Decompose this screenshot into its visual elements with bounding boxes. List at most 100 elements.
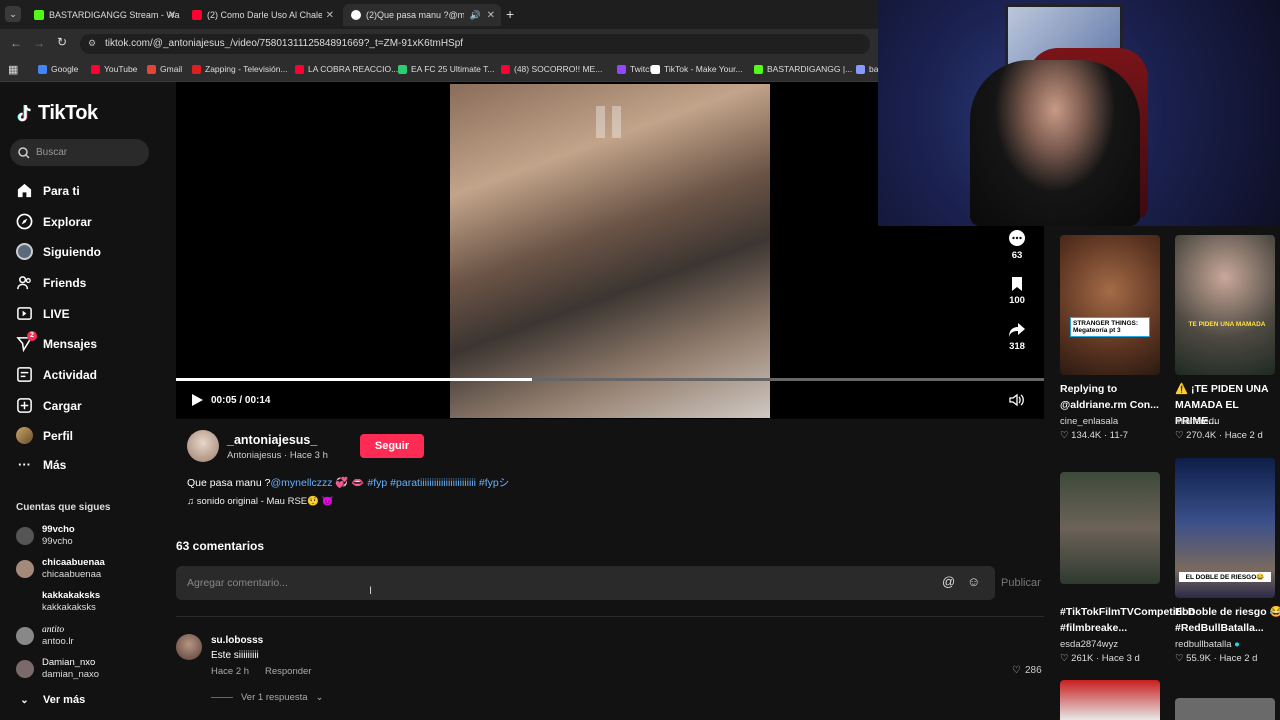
- sound-link[interactable]: ♫ sonido original - Mau RSE🤨 😈: [187, 496, 333, 507]
- bookmark-item[interactable]: Google: [38, 64, 78, 74]
- share-action[interactable]: 318: [1006, 322, 1028, 352]
- bookmark-icon: [1012, 277, 1022, 291]
- followed-account[interactable]: antito antoo.lr: [16, 624, 74, 647]
- bookmark-item[interactable]: BASTARDIGANGG |...: [754, 64, 852, 74]
- comment-user[interactable]: su.lobosss: [211, 635, 263, 646]
- nav-friends[interactable]: Friends: [16, 274, 86, 291]
- nav-label: Explorar: [43, 214, 92, 229]
- close-tab-icon[interactable]: ✕: [326, 10, 334, 21]
- thumbnail-overlay-text: EL DOBLE DE RIESGO😂: [1179, 572, 1271, 582]
- post-date: Hace 3 d: [1101, 653, 1140, 664]
- recommended-video-thumbnail[interactable]: STRANGER THINGS: Megateoría pt 3: [1060, 235, 1160, 375]
- author-avatar[interactable]: [187, 430, 219, 462]
- follow-button[interactable]: Seguir: [360, 434, 424, 458]
- recommended-video-thumbnail[interactable]: [1060, 472, 1160, 584]
- followed-account[interactable]: chicaabuenaa chicaabuenaa: [16, 557, 105, 580]
- account-name: chicaabuenaa: [42, 557, 105, 568]
- reply-button[interactable]: Responder: [265, 666, 311, 677]
- youtube-favicon-icon: [192, 10, 202, 20]
- tab-list-button[interactable]: ⌄: [5, 6, 21, 22]
- forward-icon[interactable]: →: [33, 36, 45, 50]
- nav-messages[interactable]: 2 Mensajes: [16, 331, 97, 352]
- heart-outline-icon: ♡: [1012, 665, 1021, 676]
- mention-icon[interactable]: @: [942, 574, 955, 589]
- close-tab-icon[interactable]: ✕: [168, 10, 176, 21]
- bookmark-item[interactable]: LA COBRA REACCIO...: [295, 64, 398, 74]
- volume-button[interactable]: [1009, 393, 1025, 412]
- nav-live[interactable]: LIVE: [16, 305, 70, 322]
- new-tab-button[interactable]: +: [506, 6, 514, 22]
- recommended-author[interactable]: redbullbatalla ●: [1175, 639, 1240, 650]
- tiktok-favicon-icon: [351, 10, 361, 20]
- recommended-author[interactable]: mialteredu: [1175, 416, 1219, 427]
- nav-profile[interactable]: Perfil: [16, 427, 73, 444]
- bookmark-favicon-icon: [617, 64, 626, 74]
- nav-explore[interactable]: Explorar: [16, 213, 92, 230]
- recommended-video-thumbnail[interactable]: EL DOBLE DE RIESGO😂: [1175, 458, 1275, 598]
- recommended-video-thumbnail[interactable]: [1175, 698, 1275, 720]
- bookmark-item[interactable]: Gmail: [147, 64, 182, 74]
- publish-button[interactable]: Publicar: [1001, 577, 1041, 589]
- bookmark-label: Google: [51, 64, 79, 74]
- url-field[interactable]: ⚙ tiktok.com/@_antoniajesus_/video/75801…: [80, 34, 870, 54]
- author-subtitle: Antoniajesus · Hace 3 h: [227, 450, 328, 461]
- bookmark-item[interactable]: TikTok - Make Your...: [651, 64, 743, 74]
- video-frame[interactable]: [450, 84, 770, 418]
- bookmark-item[interactable]: Twitch: [617, 64, 654, 74]
- comment-input[interactable]: Agregar comentario... @ ☺: [176, 566, 995, 600]
- sidebar: TikTok Buscar Para ti Explorar Siguiendo…: [0, 82, 168, 720]
- emoji-icon[interactable]: ☺: [967, 574, 980, 589]
- reload-icon[interactable]: ↻: [57, 35, 67, 49]
- audio-playing-icon[interactable]: 🔊: [470, 10, 481, 21]
- apps-grid-icon[interactable]: ▦: [8, 63, 18, 76]
- recommended-title[interactable]: #TikTokFilmTVCompetition #filmbreake...: [1060, 604, 1195, 636]
- browser-tab[interactable]: (2) Como Darle Uso Al Chaleco ✕: [184, 4, 340, 26]
- bookmark-item[interactable]: YouTube: [91, 64, 137, 74]
- play-button[interactable]: [191, 393, 204, 412]
- bookmark-item[interactable]: Zapping - Televisión...: [192, 64, 288, 74]
- nav-following[interactable]: Siguiendo: [16, 243, 101, 260]
- recommended-video-thumbnail[interactable]: [1060, 680, 1160, 720]
- followed-account[interactable]: Damian_nxo damian_naxo: [16, 657, 99, 680]
- nav-more[interactable]: ··· Más: [16, 458, 66, 472]
- back-icon[interactable]: ←: [10, 36, 22, 50]
- view-replies-button[interactable]: Ver 1 respuesta ⌄: [211, 692, 324, 703]
- chevron-down-icon: ⌄: [315, 692, 324, 703]
- comment-count: 63: [1011, 250, 1023, 261]
- nav-upload[interactable]: Cargar: [16, 397, 82, 414]
- nav-for-you[interactable]: Para ti: [16, 182, 80, 199]
- followed-account[interactable]: 99vcho 99vcho: [16, 524, 75, 547]
- post-date: 11-7: [1109, 430, 1129, 441]
- following-avatar-icon: [16, 243, 33, 260]
- author-name[interactable]: _antoniajesus_: [227, 433, 317, 447]
- browser-tab-active[interactable]: (2)Que pasa manu ?@myne 🔊 ✕: [343, 4, 501, 26]
- browser-tab[interactable]: BASTARDIGANGG Stream - Wa ✕: [26, 4, 182, 26]
- site-info-icon[interactable]: ⚙: [88, 38, 96, 49]
- bookmark-label: Gmail: [160, 64, 183, 74]
- bookmark-favicon-icon: [501, 64, 510, 74]
- recommended-title[interactable]: El Doble de riesgo 😂 #RedBullBatalla...: [1175, 604, 1280, 636]
- recommended-title[interactable]: Replying to @aldriane.rm Con...: [1060, 381, 1168, 413]
- bookmark-action[interactable]: 100: [1006, 276, 1028, 306]
- recommended-author[interactable]: esda2874wyz: [1060, 639, 1118, 650]
- bookmark-label: (48) SOCORRO!! ME...: [514, 64, 603, 74]
- comment-action[interactable]: 63: [1006, 229, 1028, 261]
- recommended-author[interactable]: cine_enlasala: [1060, 416, 1118, 427]
- close-tab-icon[interactable]: ✕: [487, 10, 495, 21]
- bookmark-label: LA COBRA REACCIO...: [308, 64, 399, 74]
- followed-account[interactable]: kakkakaksks kakkakaksks: [16, 590, 100, 613]
- bookmark-item[interactable]: (48) SOCORRO!! ME...: [501, 64, 602, 74]
- search-box[interactable]: Buscar: [10, 139, 149, 166]
- tiktok-logo[interactable]: TikTok: [16, 102, 98, 125]
- see-more-button[interactable]: ⌄ Ver más: [16, 694, 85, 706]
- nav-activity[interactable]: Actividad: [16, 366, 97, 383]
- heart-outline-icon: ♡: [1175, 430, 1187, 441]
- caption-hashtags[interactable]: #fyp #paratiiiiiiiiiiiiiiiiiiiiiiii #fyp…: [367, 477, 509, 489]
- comment-like-button[interactable]: ♡ 286: [1012, 665, 1042, 676]
- bookmark-favicon-icon: [38, 64, 47, 74]
- recommended-video-thumbnail[interactable]: TE PIDEN UNA MAMADA: [1175, 235, 1275, 375]
- comment-avatar[interactable]: [176, 634, 202, 660]
- bookmark-item[interactable]: EA FC 25 Ultimate T...: [398, 64, 494, 74]
- caption-mention[interactable]: @mynellczzz: [270, 477, 332, 489]
- bookmark-item[interactable]: ba: [856, 64, 878, 74]
